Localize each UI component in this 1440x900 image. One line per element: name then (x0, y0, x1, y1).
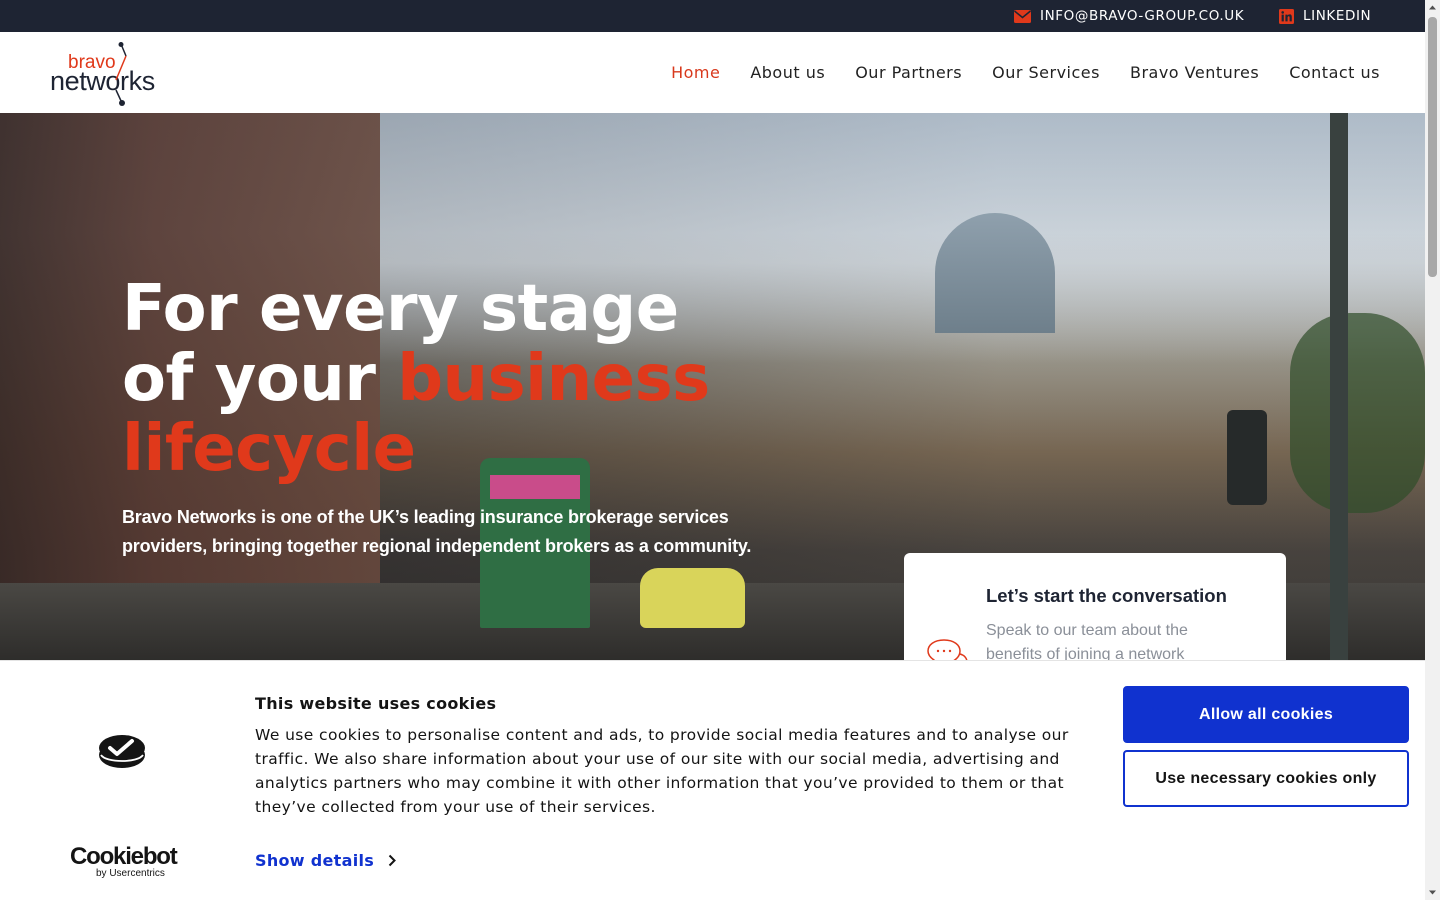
hero-background-traffic-light (1227, 410, 1267, 505)
cookie-description: We use cookies to personalise content an… (255, 726, 1069, 816)
allow-all-cookies-button[interactable]: Allow all cookies (1123, 686, 1409, 743)
card-title: Let’s start the conversation (986, 585, 1227, 606)
nav-bravo-ventures[interactable]: Bravo Ventures (1130, 63, 1259, 82)
cookie-banner: Cookiebot by Usercentrics This website u… (0, 660, 1425, 900)
chat-bubble-icon (927, 639, 968, 660)
conversation-card[interactable]: Let’s start the conversation Speak to ou… (904, 553, 1286, 660)
cookiebot-name: Cookiebot (70, 843, 178, 870)
logo-graphic: bravo networks (50, 42, 155, 106)
cookiebot-sub: by Usercentrics (96, 868, 165, 879)
nav-our-partners[interactable]: Our Partners (855, 63, 962, 82)
hero-lede: Bravo Networks is one of the UK’s leadin… (122, 507, 752, 556)
linkedin-link[interactable]: LINKEDIN (1279, 0, 1371, 32)
show-details-label: Show details (255, 851, 375, 870)
headline-accent-lifecycle: lifecycle (122, 412, 416, 486)
page-scrollbar[interactable] (1425, 0, 1440, 900)
scroll-down-arrow-icon[interactable] (1425, 885, 1440, 900)
main-nav: Home About us Our Partners Our Services … (641, 32, 1380, 113)
cookiebot-brand[interactable]: Cookiebot by Usercentrics (70, 843, 178, 880)
envelope-icon (1014, 9, 1031, 23)
hero-section: For every stage of your business lifecyc… (0, 113, 1425, 660)
headline-line-2: of your (122, 342, 398, 416)
email-label: INFO@BRAVO-GROUP.CO.UK (1040, 8, 1245, 24)
hero-background-car (640, 568, 745, 628)
site-header: bravo networks Home About us Our Partner… (0, 32, 1425, 113)
headline-accent-business: business (397, 342, 710, 416)
nav-contact-us[interactable]: Contact us (1289, 63, 1380, 82)
necessary-cookies-only-button[interactable]: Use necessary cookies only (1123, 750, 1409, 807)
cookie-title: This website uses cookies (255, 694, 497, 713)
hero-background-tree (1290, 313, 1425, 513)
linkedin-label: LINKEDIN (1303, 8, 1372, 24)
bravo-networks-logo[interactable]: bravo networks (50, 42, 185, 107)
nav-our-services[interactable]: Our Services (992, 63, 1100, 82)
hero-background-dome (935, 213, 1055, 333)
linkedin-icon (1279, 8, 1294, 24)
card-text: Speak to our team about the benefits of … (986, 622, 1188, 660)
top-bar: INFO@BRAVO-GROUP.CO.UK LINKEDIN (0, 0, 1425, 32)
logo-text-networks: networks (50, 66, 155, 96)
hero-background-pole (1330, 113, 1348, 660)
nav-about-us[interactable]: About us (750, 63, 825, 82)
hero-headline: For every stage of your business lifecyc… (122, 274, 762, 484)
show-details-link[interactable]: Show details (255, 851, 397, 870)
headline-line-1: For every stage (122, 272, 679, 346)
nav-home[interactable]: Home (671, 63, 720, 82)
email-link[interactable]: INFO@BRAVO-GROUP.CO.UK (1014, 0, 1244, 32)
scrollbar-thumb[interactable] (1428, 17, 1437, 277)
scroll-up-arrow-icon[interactable] (1425, 0, 1440, 15)
chevron-right-icon (388, 854, 397, 867)
cookiebot-mark-icon (99, 735, 145, 768)
